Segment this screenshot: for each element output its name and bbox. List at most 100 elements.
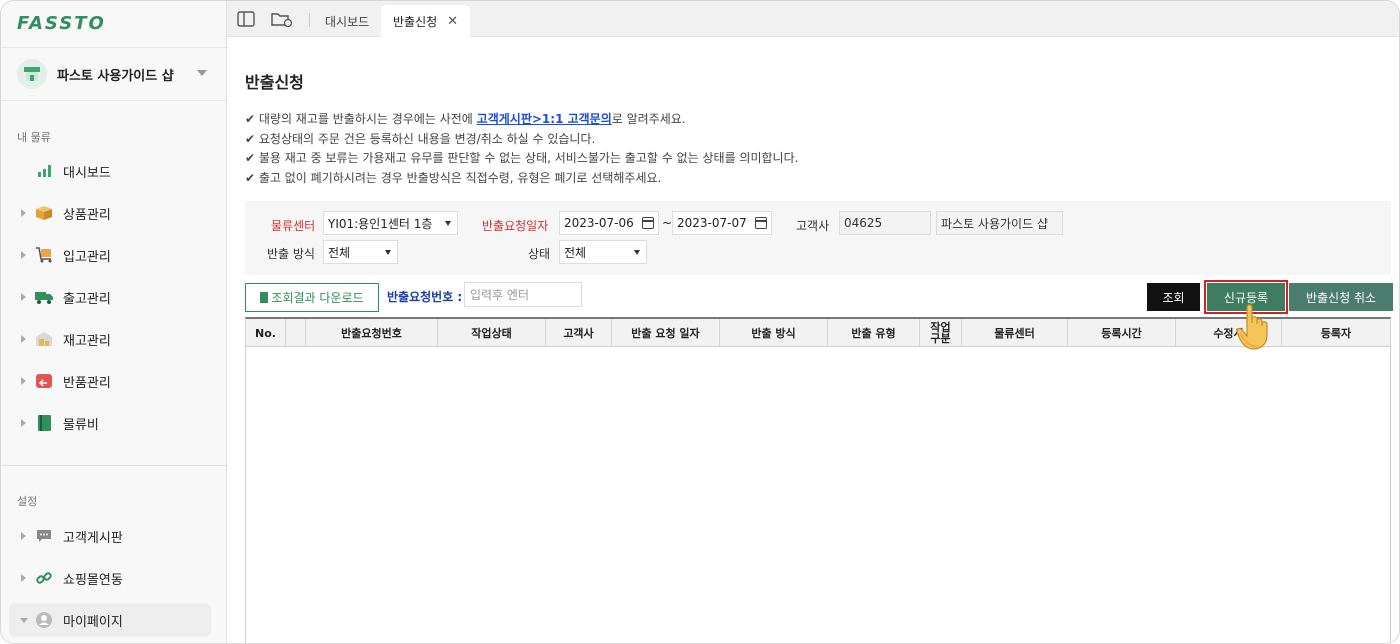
date-to-input[interactable]: 2023-07-07: [672, 211, 772, 235]
sidebar-item-products[interactable]: 상품관리: [1, 196, 227, 230]
shop-selector[interactable]: 파스토 사용가이드 샵: [1, 47, 227, 101]
sidebar-item-fees[interactable]: 물류비: [1, 406, 227, 440]
download-results-button[interactable]: 조회결과 다운로드: [245, 283, 379, 312]
sidebar-toggle-icon[interactable]: [237, 11, 255, 27]
date-separator: ~: [662, 216, 673, 230]
date-label: 반출요청일자: [482, 219, 549, 233]
status-label: 상태: [528, 247, 551, 261]
chevron-right-icon: [21, 251, 26, 259]
column-header[interactable]: No.: [246, 319, 286, 347]
sidebar-item-label: 물류비: [63, 417, 99, 433]
request-no-input[interactable]: 입력후 엔터: [464, 282, 582, 307]
customer-label: 고객사: [796, 219, 830, 233]
sidebar-item-label: 쇼핑몰연동: [63, 572, 123, 588]
warehouse-icon: [35, 330, 53, 348]
column-header[interactable]: 작업상태: [438, 319, 546, 347]
sidebar-item-label: 입고관리: [63, 249, 111, 265]
search-button[interactable]: 조회: [1147, 283, 1200, 311]
sidebar-item-mall-link[interactable]: 쇼핑몰연동: [1, 561, 227, 595]
chevron-right-icon: [21, 335, 26, 343]
cart-icon: [35, 246, 53, 264]
section-settings: 설정: [17, 495, 38, 508]
table-header: No. 반출요청번호 작업상태 고객사 반출 요청 일자 반출 방식 반출 유형…: [246, 319, 1390, 347]
chevron-down-icon[interactable]: [197, 70, 207, 76]
notice-line: ✔ 출고 없이 폐기하시려는 경우 반출방식은 직접수령, 유형은 폐기로 선택…: [245, 170, 662, 185]
return-icon: [35, 372, 53, 390]
sidebar-item-dashboard[interactable]: 대시보드: [1, 154, 227, 188]
tab-separator: [309, 13, 310, 27]
column-header[interactable]: 반출 유형: [828, 319, 920, 347]
sidebar-item-label: 상품관리: [63, 207, 111, 223]
chevron-right-icon: [21, 293, 26, 301]
notice-line: ✔ 불용 재고 중 보류는 가용재고 유무를 판단할 수 없는 상태, 서비스불…: [245, 151, 799, 165]
ledger-icon: [35, 414, 53, 432]
section-my-logistics: 내 물류: [17, 131, 51, 144]
center-label: 물류센터: [271, 219, 316, 233]
sidebar-item-label: 마이페이지: [63, 614, 123, 630]
logo: FASSTO: [17, 13, 106, 34]
sidebar-item-label: 출고관리: [63, 291, 111, 307]
date-from-input[interactable]: 2023-07-06: [559, 211, 659, 235]
notice-list: ✔ 대량의 재고를 반출하시는 경우에는 사전에 고객게시판>1:1 고객문의로…: [245, 110, 798, 188]
cancel-request-button[interactable]: 반출신청 취소: [1289, 283, 1393, 311]
chevron-down-icon: [20, 617, 28, 623]
pointer-hand-icon: [1236, 304, 1268, 350]
board-link[interactable]: 고객게시판>1:1 고객문의: [477, 112, 612, 126]
method-select[interactable]: 전체: [323, 240, 398, 264]
column-header[interactable]: 등록자: [1282, 319, 1390, 347]
excel-icon: [260, 292, 269, 303]
method-label: 반출 방식: [267, 247, 315, 261]
filter-panel: 물류센터 YI01:용인1센터 1층 반출요청일자 2023-07-06 ~ 2…: [245, 201, 1391, 275]
sidebar-item-label: 대시보드: [63, 165, 111, 181]
column-header[interactable]: 작업 구분: [920, 319, 962, 347]
status-select[interactable]: 전체: [559, 240, 647, 264]
column-header[interactable]: 반출 방식: [720, 319, 828, 347]
calendar-icon[interactable]: [642, 217, 654, 229]
chevron-right-icon: [21, 532, 26, 540]
results-table: No. 반출요청번호 작업상태 고객사 반출 요청 일자 반출 방식 반출 유형…: [245, 317, 1391, 643]
tab-outbound-request[interactable]: 반출신청 ✕: [381, 5, 471, 37]
column-header[interactable]: 반출요청번호: [306, 319, 438, 347]
column-header[interactable]: [286, 319, 306, 347]
main-content: 반출신청 ✔ 대량의 재고를 반출하시는 경우에는 사전에 고객게시판>1:1 …: [227, 37, 1399, 643]
chevron-right-icon: [21, 419, 26, 427]
center-select[interactable]: YI01:용인1센터 1층: [323, 211, 458, 235]
column-header[interactable]: 고객사: [546, 319, 612, 347]
close-icon[interactable]: ✕: [447, 14, 458, 29]
caret-down-icon: [634, 250, 640, 255]
page-title: 반출신청: [245, 73, 304, 92]
sidebar-item-mypage[interactable]: 마이페이지: [9, 603, 211, 637]
sidebar-item-inbound[interactable]: 입고관리: [1, 238, 227, 272]
link-icon: [35, 569, 53, 587]
sidebar-item-board[interactable]: 고객게시판: [1, 519, 227, 553]
box-icon: [35, 204, 53, 222]
sidebar-item-inventory[interactable]: 재고관리: [1, 322, 227, 356]
notice-line: ✔ 요청상태의 주문 건은 등록하신 내용을 변경/취소 하실 수 있습니다.: [245, 131, 596, 146]
request-no-label: 반출요청번호 :: [387, 290, 463, 304]
column-header[interactable]: 물류센터: [962, 319, 1068, 347]
sidebar-divider: [1, 465, 227, 466]
store-icon: [17, 59, 47, 89]
tab-bar: 대시보드 반출신청 ✕: [227, 1, 1399, 37]
sidebar-item-returns[interactable]: 반품관리: [1, 364, 227, 398]
folder-settings-icon[interactable]: [271, 11, 293, 27]
sidebar-item-label: 재고관리: [63, 333, 111, 349]
calendar-icon[interactable]: [755, 217, 767, 229]
sidebar-item-label: 반품관리: [63, 375, 111, 391]
customer-name-field: 파스토 사용가이드 샵: [936, 211, 1063, 235]
sidebar-item-outbound[interactable]: 출고관리: [1, 280, 227, 314]
user-icon: [35, 611, 53, 629]
caret-down-icon: [445, 221, 451, 226]
column-header[interactable]: 등록시간: [1068, 319, 1176, 347]
app-window: FASSTO 파스토 사용가이드 샵 내 물류 대시보드 상품관리 입고관리 출…: [0, 0, 1400, 644]
shop-name: 파스토 사용가이드 샵: [57, 68, 174, 84]
sidebar: FASSTO 파스토 사용가이드 샵 내 물류 대시보드 상품관리 입고관리 출…: [1, 1, 227, 643]
column-header[interactable]: 반출 요청 일자: [612, 319, 720, 347]
customer-code-field: 04625: [839, 211, 931, 235]
truck-icon: [35, 288, 53, 306]
tab-label: 반출신청: [393, 14, 438, 29]
chart-icon: [35, 162, 53, 180]
sidebar-item-label: 고객게시판: [63, 530, 123, 546]
chat-icon: [35, 527, 53, 545]
tab-dashboard[interactable]: 대시보드: [313, 5, 381, 37]
